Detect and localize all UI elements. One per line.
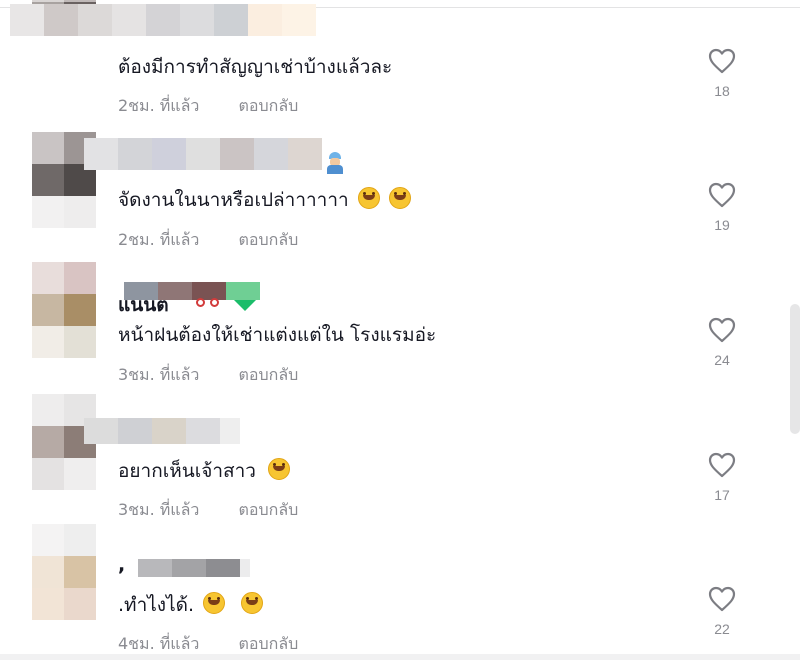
comment-text-content: อยากเห็นเจ้าสาว bbox=[118, 460, 256, 482]
like-count: 22 bbox=[714, 621, 730, 637]
comment-time: 2ชม. ที่แล้ว bbox=[118, 230, 200, 249]
comment-text: อยากเห็นเจ้าสาว bbox=[118, 456, 291, 486]
beaming-face-emoji-icon bbox=[203, 592, 226, 614]
bottom-edge bbox=[0, 654, 800, 660]
comment-text: .ทำไงได้. bbox=[118, 590, 264, 620]
like-button[interactable]: 22 bbox=[706, 586, 738, 637]
like-count: 18 bbox=[714, 83, 730, 99]
username-redacted[interactable] bbox=[10, 4, 316, 36]
comment-meta: 2ชม. ที่แล้ว ตอบกลับ bbox=[118, 94, 298, 119]
comment-time: 3ชม. ที่แล้ว bbox=[118, 500, 200, 519]
like-count: 17 bbox=[714, 487, 730, 503]
green-triangle-icon bbox=[234, 300, 256, 311]
motorbike-emoji-icon bbox=[196, 294, 220, 308]
comment-text-content: .ทำไงได้. bbox=[118, 594, 194, 616]
like-button[interactable]: 24 bbox=[706, 317, 738, 368]
reply-button[interactable]: ตอบกลับ bbox=[239, 228, 299, 253]
reply-button[interactable]: ตอบกลับ bbox=[239, 363, 299, 388]
worker-emoji-icon bbox=[326, 152, 344, 174]
tears-of-joy-emoji-icon bbox=[268, 458, 291, 480]
comment-meta: 3ชม. ที่แล้ว ตอบกลับ bbox=[118, 498, 298, 523]
comment-text: ต้องมีการทำสัญญาเช่าบ้างแล้วละ bbox=[118, 56, 393, 78]
beaming-face-emoji-icon bbox=[241, 592, 264, 614]
grinning-sweat-emoji-icon bbox=[357, 187, 380, 209]
like-count: 19 bbox=[714, 217, 730, 233]
comment-meta: 2ชม. ที่แล้ว ตอบกลับ bbox=[118, 228, 298, 253]
comment-text: จัดงานในนาหรือเปล่าาาาาา bbox=[118, 185, 411, 215]
like-button[interactable]: 18 bbox=[706, 48, 738, 99]
comment-time: 2ชม. ที่แล้ว bbox=[118, 96, 200, 115]
scrollbar-thumb[interactable] bbox=[790, 304, 800, 434]
heart-outline-icon bbox=[708, 452, 736, 478]
like-button[interactable]: 19 bbox=[706, 182, 738, 233]
comment-text-content: จัดงานในนาหรือเปล่าาาาาา bbox=[118, 189, 349, 211]
comment-item: อยากเห็นเจ้าสาว 3ชม. ที่แล้ว ตอบกลับ 17 bbox=[0, 394, 790, 528]
reply-button[interactable]: ตอบกลับ bbox=[239, 94, 299, 119]
comment-meta: 3ชม. ที่แล้ว ตอบกลับ bbox=[118, 363, 298, 388]
comment-time: 3ชม. ที่แล้ว bbox=[118, 365, 200, 384]
username-redacted[interactable] bbox=[138, 559, 250, 577]
username-initial: , bbox=[118, 554, 126, 576]
heart-outline-icon bbox=[708, 48, 736, 74]
like-count: 24 bbox=[714, 352, 730, 368]
comment-item: จัดงานในนาหรือเปล่าาาาาา 2ชม. ที่แล้ว ตอ… bbox=[0, 130, 790, 264]
avatar[interactable] bbox=[32, 524, 96, 620]
comment-item: , .ทำไงได้. 4ชม. ที่แล้ว ตอบกลับ 22 bbox=[0, 524, 790, 654]
username-redacted[interactable] bbox=[124, 282, 260, 300]
grinning-sweat-emoji-icon bbox=[388, 187, 411, 209]
like-button[interactable]: 17 bbox=[706, 452, 738, 503]
username-redacted[interactable] bbox=[84, 418, 240, 444]
username-redacted[interactable] bbox=[84, 138, 322, 170]
avatar[interactable] bbox=[32, 262, 96, 358]
heart-outline-icon bbox=[708, 317, 736, 343]
reply-button[interactable]: ตอบกลับ bbox=[239, 498, 299, 523]
comment-text: หน้าฝนต้องให้เช่าแต่งแต่ใน โรงแรมอ่ะ bbox=[118, 324, 437, 346]
heart-outline-icon bbox=[708, 586, 736, 612]
comment-item: ต้องมีการทำสัญญาเช่าบ้างแล้วละ 2ชม. ที่แ… bbox=[0, 0, 790, 134]
heart-outline-icon bbox=[708, 182, 736, 208]
comment-item: แนนต หน้าฝนต้องให้เช่าแต่งแต่ใน โรงแรมอ่… bbox=[0, 262, 790, 396]
